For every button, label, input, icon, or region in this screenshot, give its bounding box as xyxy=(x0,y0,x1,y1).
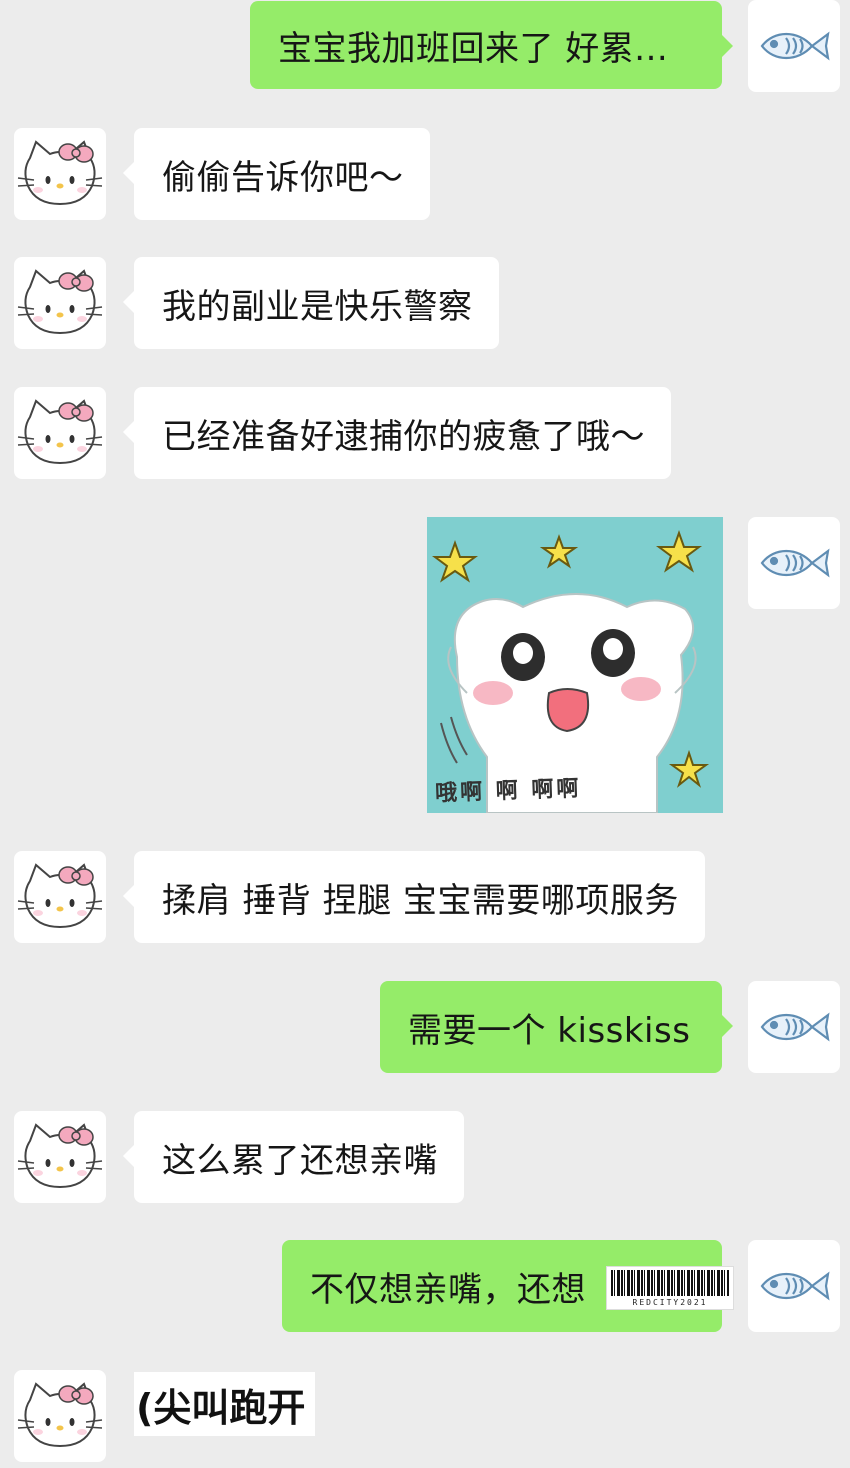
message-bubble-incoming[interactable]: 偷偷告诉你吧～ xyxy=(123,128,430,220)
message-text: 我的副业是快乐警察 xyxy=(162,286,473,327)
hello-kitty-avatar[interactable] xyxy=(14,1111,106,1203)
barcode-watermark: REDCITY2021 xyxy=(606,1266,734,1310)
fish-icon[interactable] xyxy=(748,981,840,1073)
message-text: 揉肩 捶背 捏腿 宝宝需要哪项服务 xyxy=(162,880,679,921)
message-bubble-outgoing[interactable]: 宝宝我加班回来了 好累... xyxy=(250,1,733,89)
chat-conversation: 宝宝我加班回来了 好累... 偷偷告诉你吧～ 我的副业是快乐警察 已经准备好逮捕… xyxy=(0,0,850,1468)
hello-kitty-avatar[interactable] xyxy=(14,1370,106,1462)
message-text: 宝宝我加班回来了 好累... xyxy=(278,28,669,69)
hello-kitty-avatar[interactable] xyxy=(14,851,106,943)
barcode-bars xyxy=(611,1270,729,1296)
message-bubble-incoming[interactable]: 这么累了还想亲嘴 xyxy=(123,1111,464,1203)
barcode-label: REDCITY2021 xyxy=(632,1298,708,1307)
fish-icon[interactable] xyxy=(748,517,840,609)
message-text: 需要一个 kisskiss xyxy=(408,1010,691,1051)
message-bubble-incoming[interactable]: 揉肩 捶背 捏腿 宝宝需要哪项服务 xyxy=(123,851,705,943)
message-bubble-incoming[interactable]: 已经准备好逮捕你的疲惫了哦～ xyxy=(123,387,671,479)
hello-kitty-avatar[interactable] xyxy=(14,257,106,349)
fish-icon[interactable] xyxy=(748,1240,840,1332)
message-text-plain: (尖叫跑开 xyxy=(134,1372,316,1436)
sticker-caption: 哦啊 啊 啊啊 xyxy=(434,776,582,807)
sticker-image[interactable]: 哦啊 啊 啊啊 xyxy=(427,517,723,813)
fish-icon[interactable] xyxy=(748,0,840,92)
message-bubble-outgoing[interactable]: 需要一个 kisskiss xyxy=(380,981,733,1073)
hello-kitty-avatar[interactable] xyxy=(14,387,106,479)
message-bubble-incoming[interactable]: 我的副业是快乐警察 xyxy=(123,257,499,349)
hello-kitty-avatar[interactable] xyxy=(14,128,106,220)
message-text: 不仅想亲嘴，还想 xyxy=(310,1269,586,1310)
message-text: 这么累了还想亲嘴 xyxy=(162,1140,438,1181)
message-text: 已经准备好逮捕你的疲惫了哦～ xyxy=(162,416,645,457)
message-text: 偷偷告诉你吧～ xyxy=(162,157,404,198)
